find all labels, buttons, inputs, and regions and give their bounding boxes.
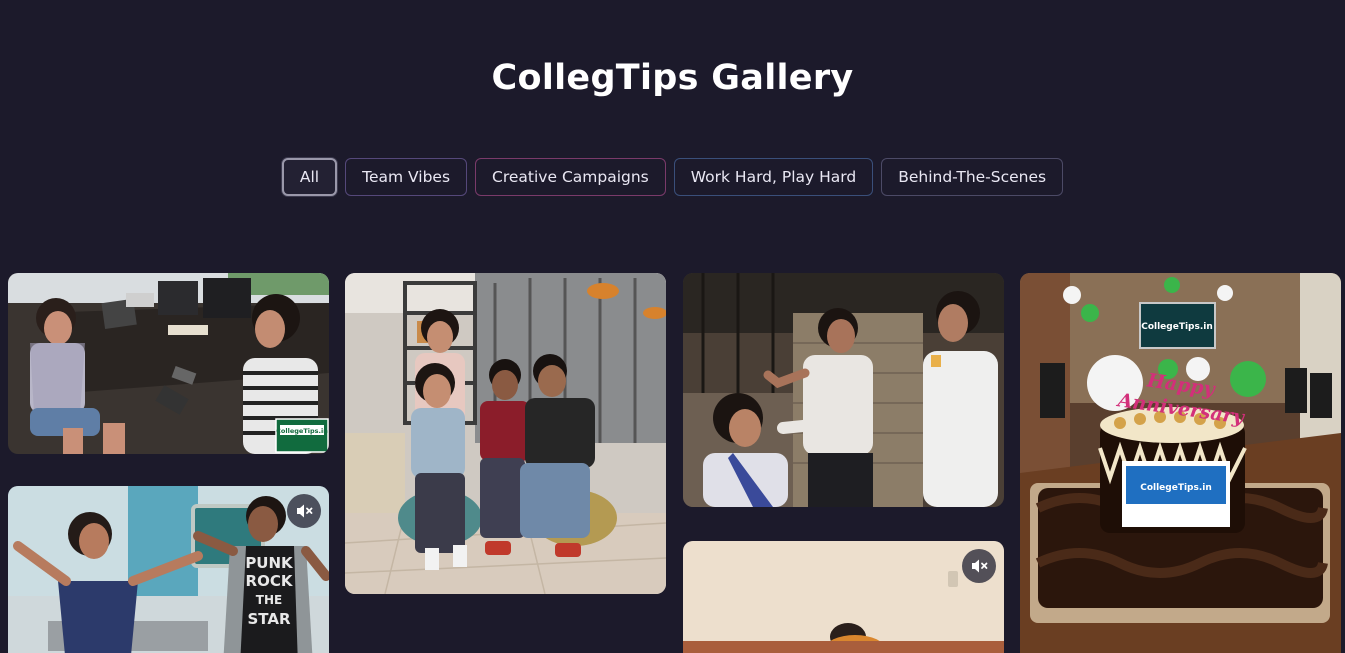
office-desks-photo: CollegeTips.in <box>8 273 329 454</box>
team-lounge-photo <box>345 273 666 594</box>
page-title: CollegTips Gallery <box>491 58 854 98</box>
svg-text:STAR: STAR <box>247 610 290 628</box>
filter-work-hard-play-hard-button[interactable]: Work Hard, Play Hard <box>673 158 874 196</box>
svg-text:ROCK: ROCK <box>246 572 294 590</box>
wall-sign-text: CollegeTips.in <box>1141 322 1213 332</box>
svg-text:THE: THE <box>256 593 282 607</box>
gallery-page: CollegTips Gallery All Team Vibes Creati… <box>0 0 1345 653</box>
office-logo-text: CollegeTips.in <box>276 427 328 435</box>
filter-behind-the-scenes-button[interactable]: Behind-The-Scenes <box>881 158 1064 196</box>
room-video-frame <box>683 541 1004 653</box>
makeup-session-photo <box>683 273 1004 507</box>
speaker-muted-icon[interactable] <box>962 549 996 583</box>
gallery-item-room-video[interactable] <box>683 541 1004 653</box>
filter-all-button[interactable]: All <box>281 158 338 196</box>
cake-sign-text: CollegeTips.in <box>1140 483 1212 493</box>
svg-text:PUNK: PUNK <box>245 554 294 572</box>
gallery-item-office-desks[interactable]: CollegeTips.in <box>8 273 329 454</box>
filter-bar: All Team Vibes Creative Campaigns Work H… <box>0 158 1345 196</box>
gallery-item-makeup-session[interactable] <box>683 273 1004 507</box>
anniversary-cake-photo: CollegeTips.in CollegeTips.in Happy Anni… <box>1020 273 1341 653</box>
gallery-item-anniversary-cake[interactable]: CollegeTips.in CollegeTips.in Happy Anni… <box>1020 273 1341 653</box>
filter-creative-campaigns-button[interactable]: Creative Campaigns <box>475 158 666 196</box>
speaker-muted-icon[interactable] <box>287 494 321 528</box>
dancing-video-frame: PUNK ROCK THE STAR <box>8 486 329 653</box>
gallery-item-team-lounge[interactable] <box>345 273 666 594</box>
filter-team-vibes-button[interactable]: Team Vibes <box>345 158 468 196</box>
gallery-item-dancing-video[interactable]: PUNK ROCK THE STAR <box>8 486 329 653</box>
